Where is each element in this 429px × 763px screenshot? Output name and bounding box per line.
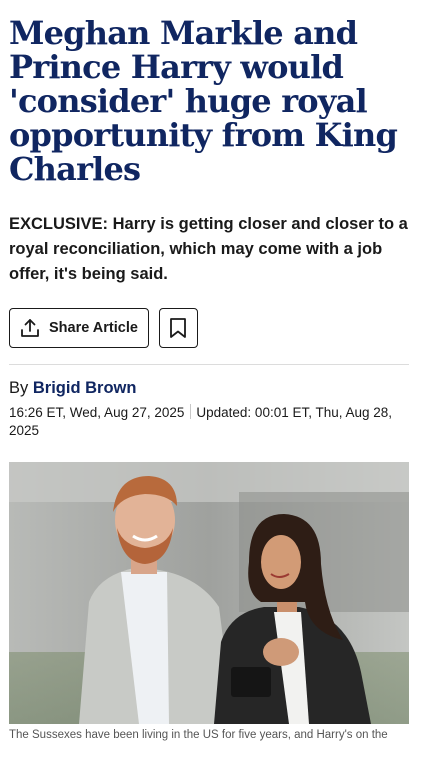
bookmark-icon — [169, 317, 187, 339]
hero-image — [9, 462, 409, 724]
headline: Meghan Markle and Prince Harry would 'co… — [9, 14, 398, 188]
byline: By Brigid Brown — [9, 379, 409, 398]
published-date: 16:26 ET, Wed, Aug 27, 2025 — [9, 405, 185, 420]
divider — [9, 364, 409, 365]
author-link[interactable]: Brigid Brown — [33, 379, 137, 397]
image-caption: The Sussexes have been living in the US … — [9, 729, 388, 741]
share-icon — [19, 317, 41, 339]
bookmark-button[interactable] — [158, 308, 198, 348]
share-button-label: Share Article — [49, 320, 138, 336]
standfirst: EXCLUSIVE: Harry is getting closer and c… — [9, 215, 408, 283]
byline-prefix: By — [9, 379, 29, 397]
article-dates: 16:26 ET, Wed, Aug 27, 2025 Updated: 00:0… — [9, 404, 409, 440]
article: Meghan Markle and Prince Harry would 'co… — [0, 0, 429, 743]
date-separator — [190, 404, 192, 419]
share-article-button[interactable]: Share Article — [9, 308, 149, 348]
article-actions: Share Article — [9, 308, 409, 348]
